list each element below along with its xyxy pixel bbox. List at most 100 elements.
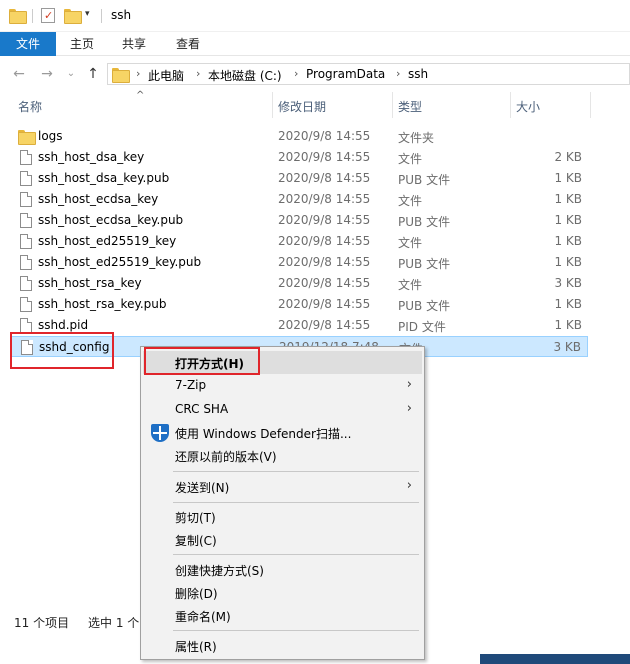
menu-separator [173, 471, 419, 472]
file-icon [20, 255, 32, 270]
chevron-down-icon[interactable]: ⌄ [62, 65, 80, 83]
menu-item-label: 7-Zip [175, 378, 207, 392]
menu-item-label: 复制(C) [175, 534, 217, 548]
column-resize-handle[interactable] [590, 92, 591, 118]
file-type: 文件 [398, 236, 423, 250]
column-resize-handle[interactable] [510, 92, 511, 118]
folder-icon [18, 129, 36, 145]
tab-home[interactable]: 主页 [56, 32, 108, 56]
menu-item-label: 属性(R) [175, 640, 217, 654]
menu-item-restore-previous[interactable]: 还原以前的版本(V) [143, 444, 422, 467]
list-item[interactable]: ssh_host_ecdsa_key.pub 2020/9/8 14:55 PU… [10, 210, 588, 231]
file-name: ssh_host_dsa_key.pub [38, 171, 170, 185]
breadcrumb-ssh[interactable]: ssh [408, 67, 428, 81]
customize-toolbar-icon[interactable]: ▾ [85, 9, 90, 19]
file-name: ssh_host_rsa_key [38, 276, 142, 290]
breadcrumb-this-pc[interactable]: 此电脑 [148, 67, 184, 84]
file-name: ssh_host_ecdsa_key.pub [38, 213, 184, 227]
menu-item-properties[interactable]: 属性(R) [143, 634, 422, 657]
folder-icon [9, 8, 27, 24]
menu-item-crc-sha[interactable]: CRC SHA › [143, 398, 422, 421]
chevron-right-icon[interactable]: › [396, 67, 400, 80]
file-type: 文件 [398, 194, 423, 208]
file-name: ssh_host_rsa_key.pub [38, 297, 167, 311]
chevron-right-icon[interactable]: › [294, 67, 298, 80]
menu-item-rename[interactable]: 重命名(M) [143, 604, 422, 627]
breadcrumb-local-disk[interactable]: 本地磁盘 (C:) [208, 67, 282, 84]
list-item-folder[interactable]: logs 2020/9/8 14:55 文件夹 [10, 126, 588, 147]
file-icon [20, 213, 32, 228]
menu-item-copy[interactable]: 复制(C) [143, 528, 422, 551]
arrow-up-icon[interactable]: ↑ [84, 65, 102, 83]
header-name[interactable]: 名称 [18, 98, 42, 115]
file-date: 2020/9/8 14:55 [278, 129, 371, 143]
menu-item-label: 剪切(T) [175, 511, 216, 525]
address-bar[interactable]: › 此电脑 › 本地磁盘 (C:) › ProgramData › ssh [107, 63, 630, 85]
header-size[interactable]: 大小 [516, 98, 540, 115]
file-date: 2020/9/8 14:55 [278, 276, 371, 290]
tab-view[interactable]: 查看 [160, 32, 216, 56]
column-headers: ^ 名称 修改日期 类型 大小 [0, 90, 630, 118]
properties-icon[interactable]: ✓ [41, 8, 55, 23]
column-resize-handle[interactable] [392, 92, 393, 118]
file-icon [20, 276, 32, 291]
file-date: 2020/9/8 14:55 [278, 318, 371, 332]
file-size: 2 KB [554, 150, 582, 164]
list-item[interactable]: ssh_host_ecdsa_key 2020/9/8 14:55 文件 1 K… [10, 189, 588, 210]
header-date[interactable]: 修改日期 [278, 98, 326, 115]
list-item[interactable]: ssh_host_ed25519_key.pub 2020/9/8 14:55 … [10, 252, 588, 273]
file-date: 2020/9/8 14:55 [278, 213, 371, 227]
item-count: 11 个项目 [14, 616, 70, 630]
file-size: 1 KB [554, 192, 582, 206]
file-name: ssh_host_ed25519_key [38, 234, 177, 248]
column-resize-handle[interactable] [272, 92, 273, 118]
arrow-left-icon[interactable]: ← [10, 65, 28, 83]
file-type: PUB 文件 [398, 257, 451, 271]
submenu-arrow-icon: › [406, 478, 412, 493]
file-date: 2020/9/8 14:55 [278, 255, 371, 269]
file-name: sshd.pid [38, 318, 89, 332]
selection-count: 选中 1 个 [88, 616, 140, 630]
file-date: 2020/9/8 14:55 [278, 234, 371, 248]
file-type: PUB 文件 [398, 299, 451, 313]
file-icon [20, 192, 32, 207]
sort-ascending-icon: ^ [136, 90, 145, 101]
chevron-right-icon[interactable]: › [196, 67, 200, 80]
file-icon [20, 297, 32, 312]
menu-item-label: 删除(D) [175, 587, 218, 601]
file-icon [20, 150, 32, 165]
file-size: 1 KB [554, 255, 582, 269]
arrow-right-icon[interactable]: → [38, 65, 56, 83]
title-bar: ✓ ▾ ssh [0, 0, 630, 32]
file-size: 3 KB [553, 340, 581, 354]
divider [32, 9, 33, 23]
menu-item-label: 还原以前的版本(V) [175, 450, 277, 464]
file-type: 文件 [398, 278, 423, 292]
list-item[interactable]: ssh_host_dsa_key.pub 2020/9/8 14:55 PUB … [10, 168, 588, 189]
file-size: 1 KB [554, 234, 582, 248]
menu-item-label: CRC SHA [175, 402, 229, 416]
new-folder-icon[interactable] [64, 8, 82, 24]
file-date: 2020/9/8 14:55 [278, 150, 371, 164]
tab-file[interactable]: 文件 [0, 32, 56, 56]
tab-share[interactable]: 共享 [108, 32, 160, 56]
menu-item-label: 重命名(M) [175, 610, 231, 624]
chevron-right-icon[interactable]: › [136, 67, 140, 80]
menu-item-label: 创建快捷方式(S) [175, 564, 264, 578]
breadcrumb-programdata[interactable]: ProgramData [306, 67, 385, 81]
menu-item-defender-scan[interactable]: 使用 Windows Defender扫描... [143, 421, 422, 444]
menu-item-create-shortcut[interactable]: 创建快捷方式(S) [143, 558, 422, 581]
list-item[interactable]: ssh_host_ed25519_key 2020/9/8 14:55 文件 1… [10, 231, 588, 252]
menu-item-cut[interactable]: 剪切(T) [143, 505, 422, 528]
menu-item-delete[interactable]: 删除(D) [143, 581, 422, 604]
list-item[interactable]: ssh_host_rsa_key.pub 2020/9/8 14:55 PUB … [10, 294, 588, 315]
ribbon: 文件 主页 共享 查看 [0, 32, 630, 56]
list-item[interactable]: ssh_host_dsa_key 2020/9/8 14:55 文件 2 KB [10, 147, 588, 168]
list-item[interactable]: ssh_host_rsa_key 2020/9/8 14:55 文件 3 KB [10, 273, 588, 294]
menu-item-send-to[interactable]: 发送到(N) › [143, 475, 422, 498]
file-size: 1 KB [554, 297, 582, 311]
header-type[interactable]: 类型 [398, 98, 422, 115]
folder-icon [112, 67, 130, 83]
menu-item-7zip[interactable]: 7-Zip › [143, 374, 422, 397]
file-name: ssh_host_ed25519_key.pub [38, 255, 202, 269]
